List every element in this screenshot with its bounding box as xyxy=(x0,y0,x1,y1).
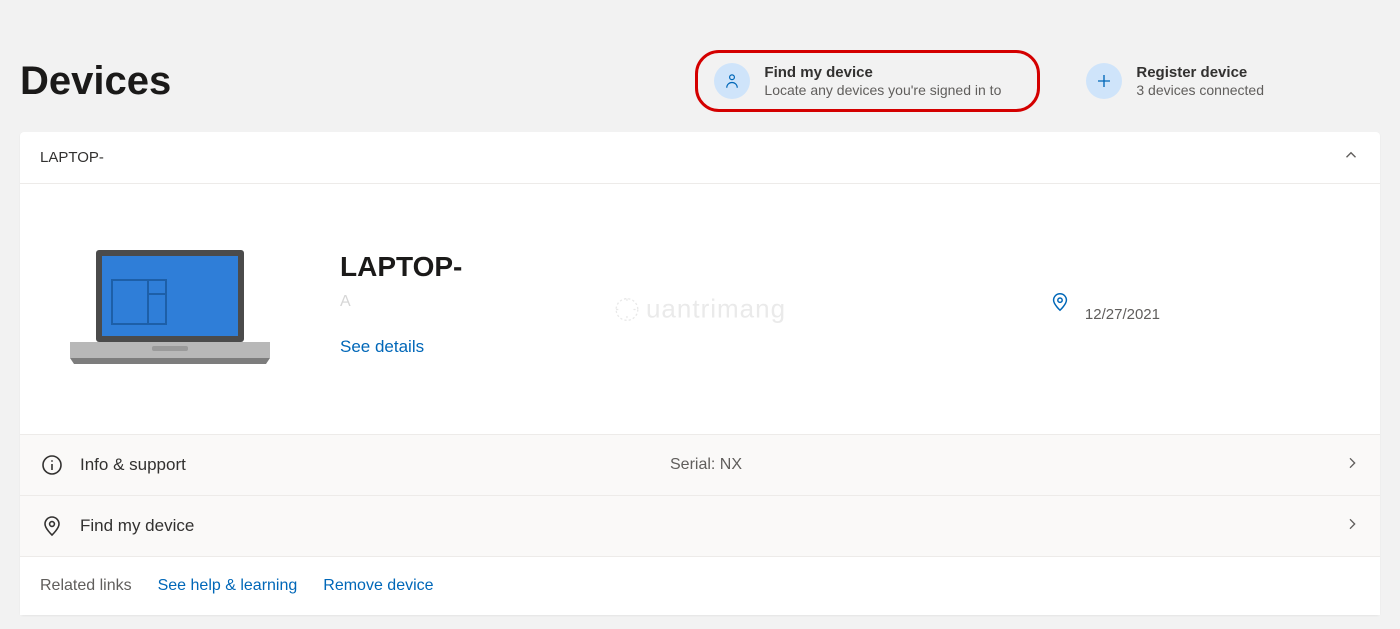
location-block: 12/27/2021 xyxy=(1049,286,1160,323)
register-device-action[interactable]: Register device 3 devices connected xyxy=(1070,55,1280,107)
register-device-title: Register device xyxy=(1136,64,1264,81)
info-support-row[interactable]: Info & support Serial: NX xyxy=(20,434,1380,495)
location-pin-icon xyxy=(1049,291,1071,318)
location-pin-icon xyxy=(40,514,80,538)
find-my-device-row[interactable]: Find my device xyxy=(20,495,1380,556)
footer-links: Related links See help & learning Remove… xyxy=(20,556,1380,615)
find-my-device-title: Find my device xyxy=(764,64,1001,81)
help-learning-link[interactable]: See help & learning xyxy=(158,577,298,595)
info-icon xyxy=(40,453,80,477)
device-name: LAPTOP- xyxy=(340,251,1049,283)
device-subtitle: A xyxy=(340,293,1049,313)
find-my-device-subtitle: Locate any devices you're signed in to xyxy=(764,82,1001,98)
person-location-icon xyxy=(714,63,750,99)
device-card-header[interactable]: LAPTOP- xyxy=(20,132,1380,184)
see-details-link[interactable]: See details xyxy=(340,337,424,357)
find-my-device-label: Find my device xyxy=(80,516,1344,536)
plus-icon xyxy=(1086,63,1122,99)
find-my-device-action[interactable]: Find my device Locate any devices you're… xyxy=(695,50,1040,112)
related-links-label: Related links xyxy=(40,577,132,595)
info-support-label: Info & support xyxy=(80,455,670,475)
register-device-subtitle: 3 devices connected xyxy=(1136,82,1264,98)
laptop-icon xyxy=(40,244,300,364)
chevron-up-icon xyxy=(1342,146,1360,169)
device-card: LAPTOP- LA xyxy=(20,132,1380,615)
page-title: Devices xyxy=(20,59,695,104)
device-header-name: LAPTOP- xyxy=(40,149,104,166)
chevron-right-icon xyxy=(1344,455,1360,476)
serial-label: Serial: NX xyxy=(670,456,1344,474)
location-date: 12/27/2021 xyxy=(1085,306,1160,323)
remove-device-link[interactable]: Remove device xyxy=(323,577,433,595)
chevron-right-icon xyxy=(1344,516,1360,537)
